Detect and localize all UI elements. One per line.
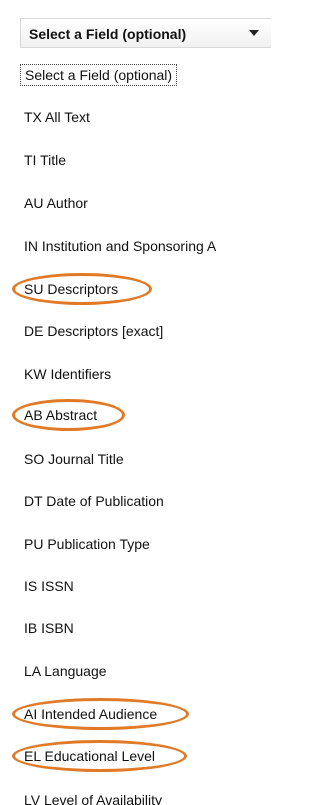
option-su-descriptors[interactable]: SU Descriptors (24, 280, 118, 298)
option-de-descriptors-exact[interactable]: DE Descriptors [exact] (24, 322, 163, 340)
option-ti-title[interactable]: TI Title (24, 151, 66, 169)
option-in-institution[interactable]: IN Institution and Sponsoring A (24, 237, 216, 255)
option-pu-publication-type[interactable]: PU Publication Type (24, 535, 150, 553)
field-select-screen: Select a Field (optional) Select a Field… (0, 0, 271, 805)
option-ib-isbn[interactable]: IB ISBN (24, 619, 74, 637)
field-select-value: Select a Field (optional) (29, 26, 187, 42)
option-ab-abstract[interactable]: AB Abstract (24, 406, 97, 424)
chevron-down-icon[interactable] (249, 30, 259, 36)
option-ai-intended-audience[interactable]: AI Intended Audience (24, 705, 157, 723)
option-dt-date-of-publication[interactable]: DT Date of Publication (24, 492, 164, 510)
option-lv-level-of-availability[interactable]: LV Level of Availability (24, 791, 162, 805)
option-is-issn[interactable]: IS ISSN (24, 577, 74, 595)
option-select-a-field[interactable]: Select a Field (optional) (20, 64, 178, 86)
option-el-educational-level[interactable]: EL Educational Level (24, 747, 155, 765)
option-kw-identifiers[interactable]: KW Identifiers (24, 365, 111, 383)
option-la-language[interactable]: LA Language (24, 662, 107, 680)
option-so-journal-title[interactable]: SO Journal Title (24, 450, 124, 468)
option-tx-all-text[interactable]: TX All Text (24, 108, 90, 126)
field-select-dropdown[interactable]: Select a Field (optional) (20, 18, 271, 48)
option-au-author[interactable]: AU Author (24, 194, 88, 212)
